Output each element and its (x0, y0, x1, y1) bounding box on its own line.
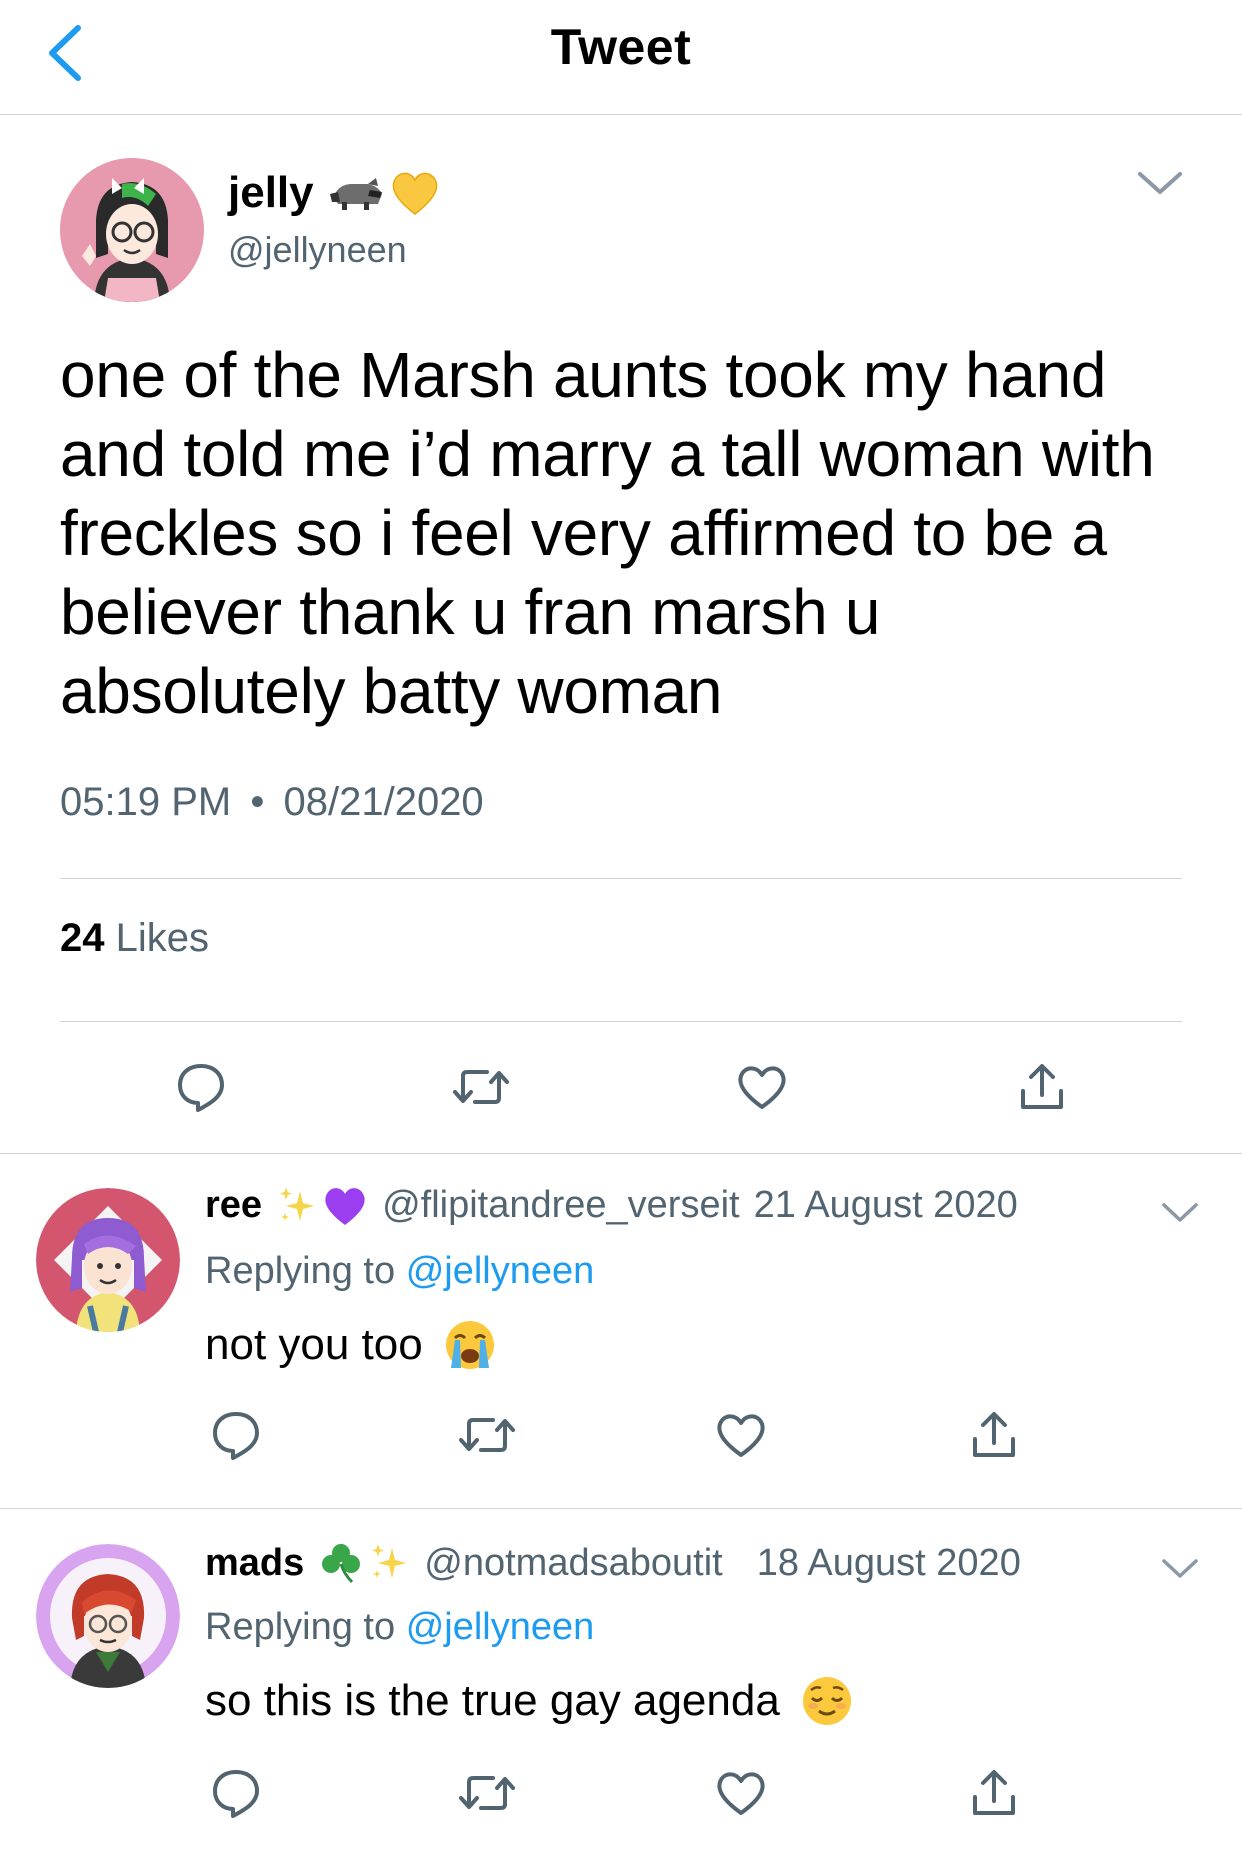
author-handle[interactable]: @jellyneen (228, 229, 407, 271)
avatar-illustration (60, 158, 204, 302)
reply-bubble-icon (213, 1770, 259, 1818)
meta-separator: • (250, 780, 265, 824)
reply-author-handle[interactable]: @notmadsaboutit (424, 1542, 722, 1585)
sparkles-icon (372, 1544, 407, 1578)
reply-header: mads @notmadsaboutit 18 August 2020 (205, 1540, 1021, 1586)
heart-icon (717, 1414, 765, 1457)
reply-header: ree @flipitandree_verseit 21 August 2020 (205, 1184, 1018, 1227)
like-button[interactable] (706, 1758, 776, 1828)
chevron-down-icon[interactable] (1160, 1556, 1200, 1582)
avatar-illustration (36, 1188, 180, 1332)
reply-tweet[interactable]: ree @flipitandree_verseit 21 August 2020… (0, 1154, 1242, 1509)
reply-button[interactable] (166, 1052, 236, 1122)
share-button[interactable] (959, 1400, 1029, 1470)
loudly-crying-face-icon (445, 1321, 494, 1369)
reply-bubble-icon (213, 1412, 259, 1460)
shamrock-icon (322, 1544, 361, 1584)
replying-to: Replying to @jellyneen (205, 1250, 594, 1293)
avatar[interactable] (36, 1188, 180, 1332)
reply-actions (0, 1758, 1242, 1828)
heart-icon (717, 1772, 765, 1815)
like-button[interactable] (706, 1400, 776, 1470)
replying-prefix: Replying to (205, 1606, 396, 1648)
share-icon (973, 1770, 1015, 1815)
reply-bubble-icon (178, 1064, 224, 1112)
raccoon-icon (329, 178, 382, 210)
replying-prefix: Replying to (205, 1250, 396, 1292)
reply-date: 21 August 2020 (753, 1184, 1018, 1226)
tweet-actions (0, 1052, 1242, 1122)
likes-stat[interactable]: 24 Likes (60, 916, 209, 961)
author-name-text: jelly (228, 168, 314, 217)
reply-actions (0, 1400, 1242, 1470)
share-icon (973, 1412, 1015, 1457)
replying-to: Replying to @jellyneen (205, 1606, 594, 1649)
retweet-icon (453, 1070, 509, 1104)
author-name[interactable]: jelly (228, 168, 440, 218)
tweet-timestamp: 05:19 PM • 08/21/2020 (60, 780, 484, 825)
like-button[interactable] (727, 1052, 797, 1122)
page-title: Tweet (550, 19, 692, 75)
replying-mention-link[interactable]: @jellyneen (406, 1250, 595, 1292)
divider (60, 878, 1182, 879)
reply-text: so this is the true gay agenda (205, 1674, 854, 1728)
replying-mention-link[interactable]: @jellyneen (406, 1606, 595, 1648)
purple-heart-icon (325, 1187, 365, 1225)
likes-label: Likes (115, 916, 210, 960)
tweet-date: 08/21/2020 (283, 780, 484, 824)
retweet-button[interactable] (452, 1400, 522, 1470)
reply-text-content: so this is the true gay agenda (205, 1676, 780, 1725)
reply-author-handle[interactable]: @flipitandree_verseit (382, 1184, 740, 1227)
reply-button[interactable] (201, 1400, 271, 1470)
share-icon (1021, 1064, 1063, 1109)
heart-icon (738, 1066, 786, 1109)
retweet-icon (459, 1776, 515, 1810)
share-button[interactable] (1007, 1052, 1077, 1122)
relieved-face-icon (802, 1677, 851, 1725)
divider (60, 1021, 1182, 1022)
reply-text-content: not you too (205, 1320, 423, 1369)
reply-author-name[interactable]: mads (205, 1542, 304, 1585)
sparkles-icon (280, 1186, 315, 1221)
reply-button[interactable] (201, 1758, 271, 1828)
reply-text: not you too (205, 1318, 497, 1372)
navigation-bar: Tweet (0, 0, 1242, 115)
share-button[interactable] (959, 1758, 1029, 1828)
retweet-button[interactable] (452, 1758, 522, 1828)
tweet-text: one of the Marsh aunts took my hand and … (60, 339, 1155, 727)
retweet-icon (459, 1418, 515, 1452)
avatar[interactable] (36, 1544, 180, 1688)
reply-date: 18 August 2020 (756, 1541, 1021, 1584)
chevron-down-icon[interactable] (1160, 1200, 1200, 1226)
likes-count: 24 (60, 916, 105, 960)
avatar-illustration (36, 1544, 180, 1688)
retweet-button[interactable] (446, 1052, 516, 1122)
chevron-down-icon[interactable] (1136, 168, 1184, 198)
avatar[interactable] (60, 158, 204, 302)
main-tweet: jelly @jellyneen one of the Marsh aunts … (0, 116, 1242, 1154)
yellow-heart-icon (392, 172, 437, 215)
reply-tweet[interactable]: mads @notmadsaboutit 18 August 2020 Repl… (0, 1510, 1242, 1862)
reply-author-name[interactable]: ree (205, 1184, 262, 1227)
tweet-time: 05:19 PM (60, 780, 232, 824)
